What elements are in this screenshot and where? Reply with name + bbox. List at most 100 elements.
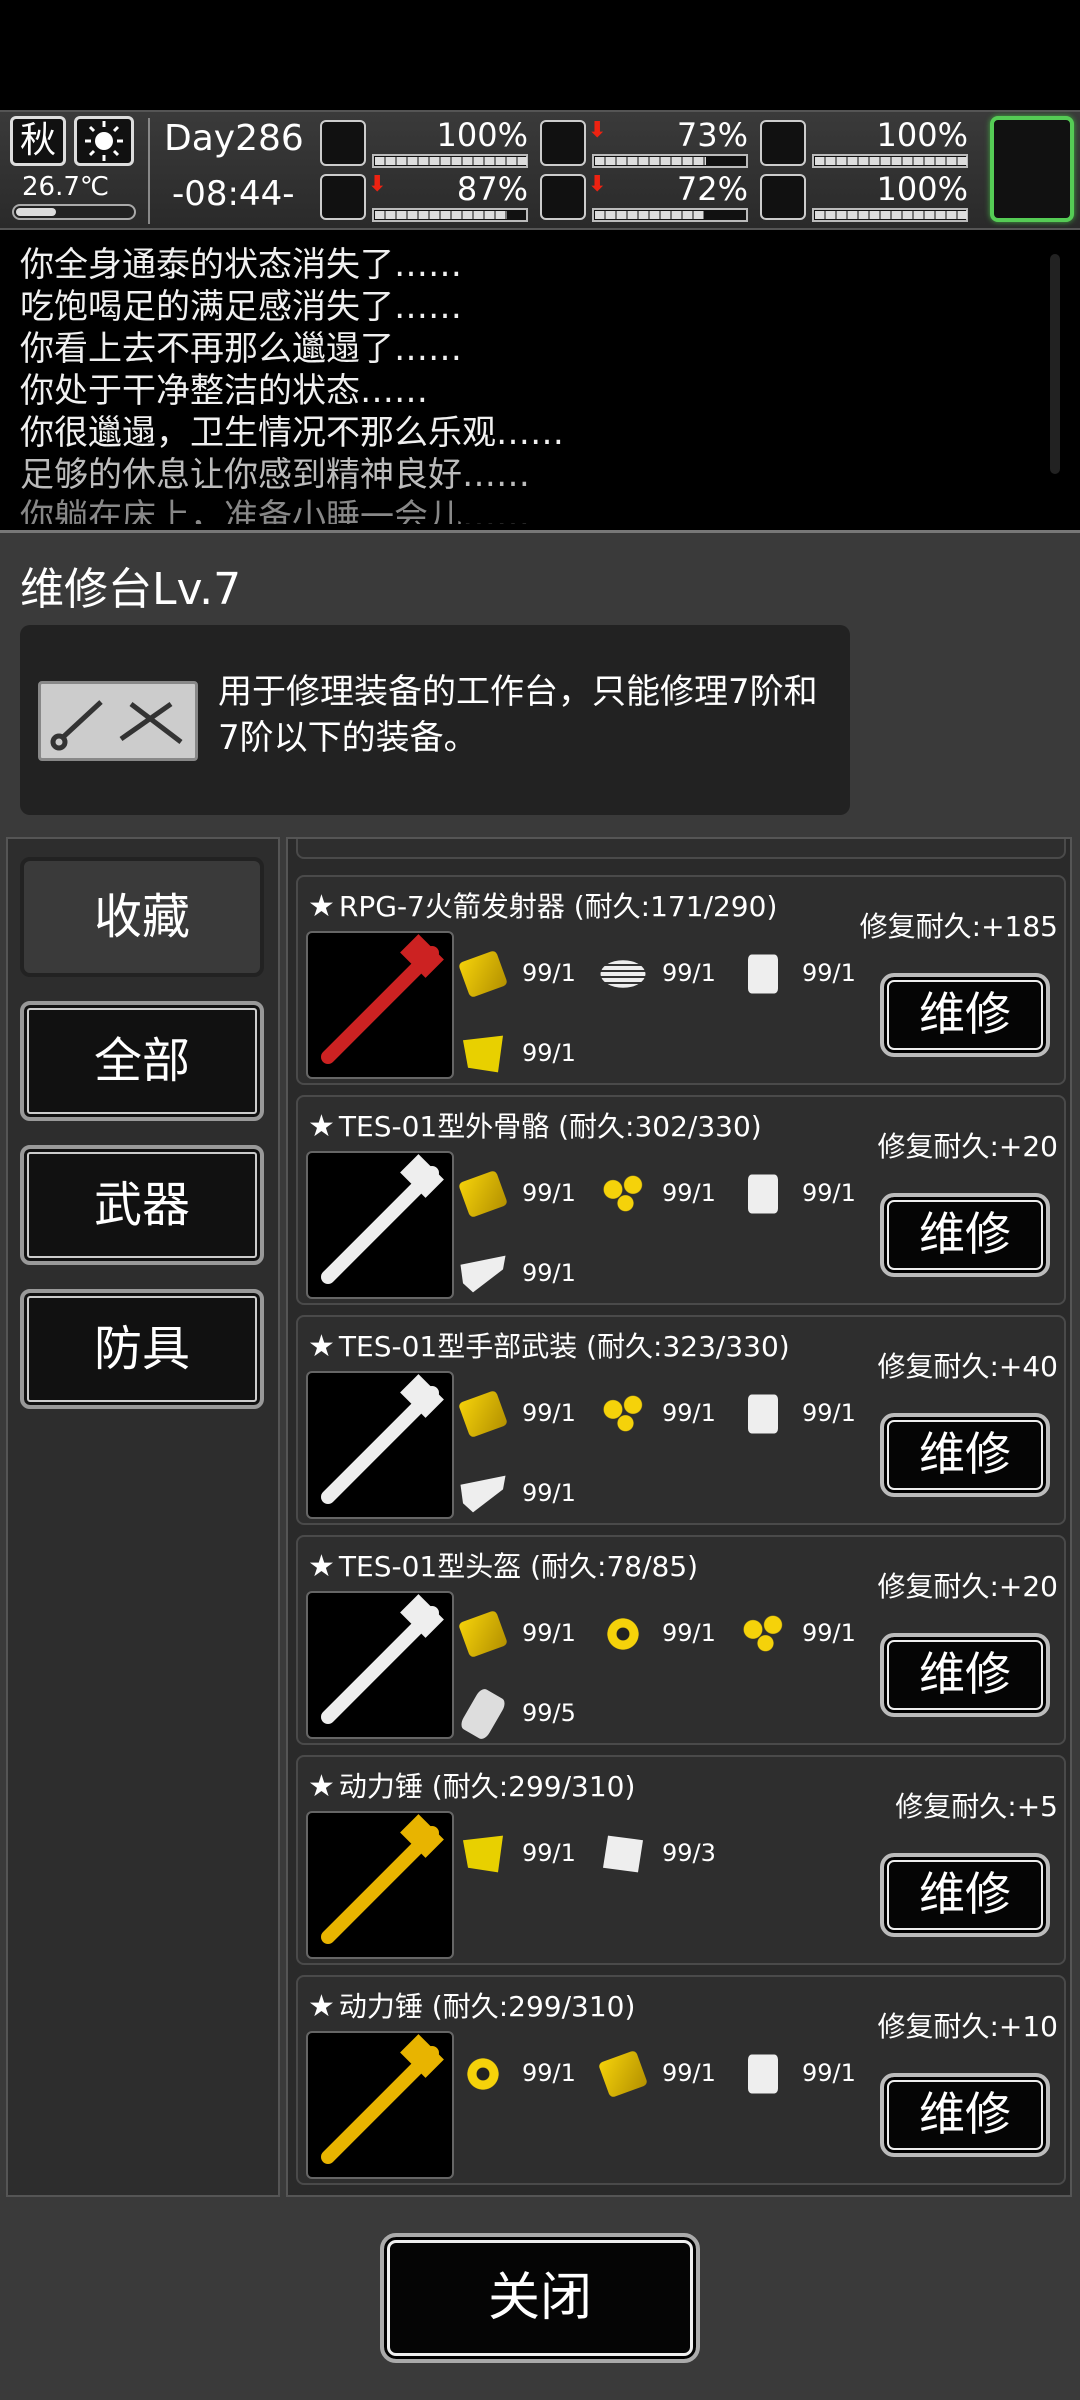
card-y-icon: [457, 1609, 509, 1659]
stat-bar: [592, 208, 748, 222]
log-line: 足够的休息让你感到精神良好……: [20, 455, 530, 495]
log-line: 你处于干净整洁的状态……: [20, 371, 428, 411]
repair-item-card: ★ TES-01型外骨骼 (耐久:302/330) 修复耐久:+20 99/1 99/1…: [296, 1095, 1066, 1305]
repair-button[interactable]: 维修: [880, 1853, 1050, 1937]
chip-icon: [463, 1835, 503, 1873]
material-requirement: 99/1: [738, 2051, 856, 2097]
card-y-icon: [457, 949, 509, 999]
repair-amount: 修复耐久:+185: [859, 910, 1058, 943]
material-requirement: 99/1: [598, 1611, 716, 1657]
close-button[interactable]: 关闭: [380, 2233, 700, 2363]
stat-bar: [812, 154, 968, 168]
item-image-icon: [306, 1151, 454, 1299]
bladder-stat: 100%: [760, 116, 968, 170]
star-icon[interactable]: ★: [308, 1769, 335, 1804]
game-clock: -08:44-: [172, 174, 295, 214]
divider: [148, 118, 150, 224]
repair-button[interactable]: 维修: [880, 1413, 1050, 1497]
star-icon[interactable]: ★: [308, 1989, 335, 2024]
roll-icon: [600, 960, 646, 988]
material-requirement: 99/1: [458, 1831, 576, 1877]
message-log: 你全身通泰的状态消失了…… 吃饱喝足的满足感消失了…… 你看上去不再那么邋遢了……: [0, 234, 1080, 524]
log-scrollbar[interactable]: [1050, 254, 1060, 474]
medkit-stat: 100%: [320, 116, 528, 170]
heart-stat: 100%: [760, 170, 968, 224]
equipment-slot[interactable]: [990, 116, 1074, 222]
category-sidebar: 收藏 全部 武器 防具: [6, 837, 280, 2197]
repair-item-card: ★ 动力锤 (耐久:299/310) 修复耐久:+10 99/1 99/1 99/1 维修: [296, 1975, 1066, 2185]
stomach-icon: [540, 120, 586, 166]
repair-amount: 修复耐久:+10: [877, 2010, 1058, 2043]
material-requirement: 99/1: [457, 1169, 576, 1219]
repair-item-card: ★ RPG-7火箭发射器 (耐久:171/290) 修复耐久:+185 99/1 99/…: [296, 875, 1066, 1085]
scrap-icon: [598, 1391, 648, 1437]
stat-bar: [372, 154, 528, 168]
stat-bar: [812, 208, 968, 222]
material-requirement: 99/1: [457, 949, 576, 999]
medkit-icon: [320, 120, 366, 166]
thermometer-icon: [12, 204, 136, 220]
log-line: 吃饱喝足的满足感消失了……: [20, 287, 462, 327]
item-name: ★ RPG-7火箭发射器 (耐久:171/290): [308, 889, 778, 924]
season-badge: 秋: [10, 116, 66, 166]
star-icon[interactable]: ★: [308, 1109, 335, 1144]
stat-value: 87%: [456, 170, 528, 208]
category-armor[interactable]: 防具: [20, 1289, 264, 1409]
card-y-icon: [597, 2049, 649, 2099]
material-requirement: 99/3: [598, 1831, 716, 1877]
decrease-arrow-icon: ⬇: [368, 172, 387, 197]
repair-button[interactable]: 维修: [880, 1193, 1050, 1277]
log-line: 你全身通泰的状态消失了……: [20, 245, 462, 285]
item-image-icon: [306, 931, 454, 1079]
stat-bar: [592, 154, 748, 168]
repair-amount: 修复耐久:+40: [877, 1350, 1058, 1383]
tools-icon: [38, 681, 198, 761]
water-drop-stat: ⬇ 72%: [540, 170, 748, 224]
category-all[interactable]: 全部: [20, 1001, 264, 1121]
scroll-icon: [458, 1686, 508, 1742]
stat-value: 72%: [676, 170, 748, 208]
item-name: ★ 动力锤 (耐久:299/310): [308, 1769, 636, 1804]
card-y-icon: [457, 1389, 509, 1439]
boot-icon: [320, 174, 366, 220]
material-requirement: 99/1: [738, 1611, 856, 1657]
item-name: ★ TES-01型外骨骼 (耐久:302/330): [308, 1109, 762, 1144]
repair-item-list[interactable]: ★ RPG-7火箭发射器 (耐久:171/290) 修复耐久:+185 99/1 99/…: [286, 837, 1072, 2197]
sun-icon: [74, 116, 134, 166]
item-name: ★ 动力锤 (耐久:299/310): [308, 1989, 636, 2024]
jug-icon: [748, 954, 778, 994]
scrap-icon: [598, 1171, 648, 1217]
temperature: 26.7℃: [22, 172, 110, 202]
repair-button[interactable]: 维修: [880, 2073, 1050, 2157]
star-icon[interactable]: ★: [308, 889, 335, 924]
repair-button[interactable]: 维修: [880, 973, 1050, 1057]
material-requirement: 99/1: [598, 1171, 716, 1217]
repair-button[interactable]: 维修: [880, 1633, 1050, 1717]
repair-item-card: ★ 动力锤 (耐久:299/310) 修复耐久:+5 99/1 99/3 维修: [296, 1755, 1066, 1965]
status-bar: 秋 26.7℃ Day286 -08:44- 100% ⬇ 73% 100% ⬇ 87% ⬇…: [0, 110, 1080, 230]
card-y-icon: [457, 1169, 509, 1219]
material-requirement: 99/1: [458, 1471, 576, 1517]
gear-icon: [458, 2051, 508, 2097]
repair-item-card: ★ TES-01型头盔 (耐久:78/85) 修复耐久:+20 99/1 99/1 99/…: [296, 1535, 1066, 1745]
repair-item-card: ★ TES-01型手部武装 (耐久:323/330) 修复耐久:+40 99/1 99/…: [296, 1315, 1066, 1525]
star-icon[interactable]: ★: [308, 1329, 335, 1364]
heart-icon: [760, 174, 806, 220]
category-favorites[interactable]: 收藏: [20, 857, 264, 977]
panel-title: 维修台Lv.7: [20, 564, 242, 615]
decrease-arrow-icon: ⬇: [588, 118, 607, 143]
item-image-icon: [306, 1811, 454, 1959]
log-line: 你很邋遢，卫生情况不那么乐观……: [20, 413, 564, 453]
material-requirement: 99/1: [457, 1609, 576, 1659]
star-icon[interactable]: ★: [308, 1549, 335, 1584]
gear-icon: [598, 1611, 648, 1657]
stat-value: 100%: [436, 116, 528, 154]
stomach-stat: ⬇ 73%: [540, 116, 748, 170]
repair-amount: 修复耐久:+20: [877, 1570, 1058, 1603]
jug-icon: [748, 1174, 778, 1214]
boot-stat: ⬇ 87%: [320, 170, 528, 224]
stat-value: 73%: [676, 116, 748, 154]
description-box: 用于修理装备的工作台，只能修理7阶和7阶以下的装备。: [20, 625, 850, 815]
material-requirement: 99/1: [598, 1391, 716, 1437]
category-weapons[interactable]: 武器: [20, 1145, 264, 1265]
